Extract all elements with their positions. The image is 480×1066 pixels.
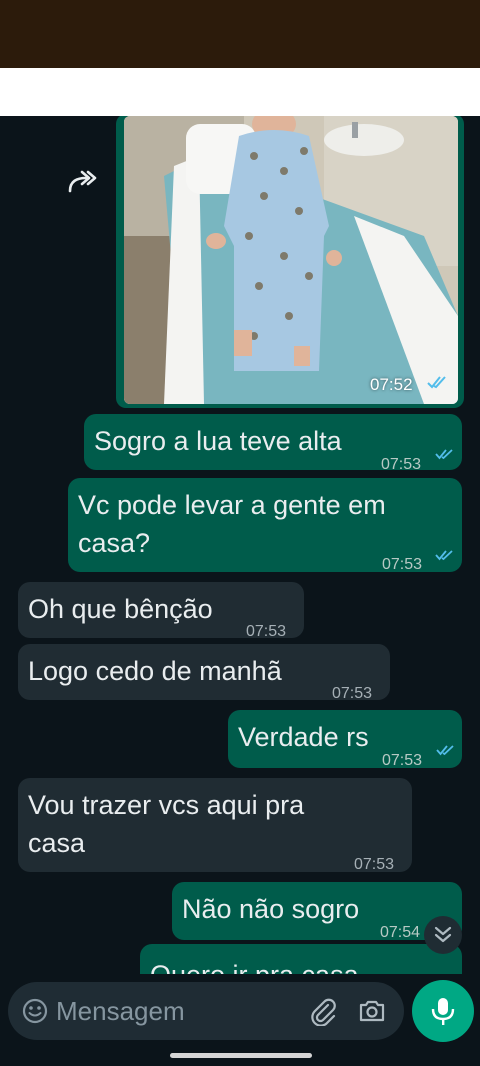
hospital-photo-illustration bbox=[124, 116, 458, 404]
read-ticks-icon bbox=[435, 550, 453, 561]
message-input[interactable] bbox=[56, 994, 276, 1028]
message-bubble-outgoing[interactable]: Quero ir pra casa bbox=[140, 944, 462, 974]
message-text: Oh que bênção bbox=[28, 594, 213, 624]
app-header bbox=[0, 68, 480, 116]
message-bubble-incoming[interactable]: Oh que bênção 07:53 bbox=[18, 582, 304, 640]
mic-icon bbox=[431, 998, 455, 1025]
message-text: Verdade rs bbox=[238, 722, 369, 752]
mic-button[interactable] bbox=[412, 980, 474, 1042]
message-text: Vou trazer vcs aqui pra casa bbox=[28, 790, 305, 858]
message-text: Quero ir pra casa bbox=[150, 956, 359, 974]
message-text: Sogro a lua teve alta bbox=[94, 426, 342, 456]
image-message-time: 07:52 bbox=[370, 375, 413, 394]
read-ticks-icon bbox=[436, 745, 454, 756]
message-bubble-outgoing[interactable]: Vc pode levar a gente em casa? 07:53 bbox=[68, 478, 462, 573]
message-bubble-outgoing[interactable]: Verdade rs 07:53 bbox=[228, 710, 462, 769]
forward-icon[interactable] bbox=[66, 169, 100, 195]
read-ticks-icon bbox=[435, 449, 453, 460]
read-ticks-icon bbox=[427, 376, 446, 389]
message-text: Não não sogro bbox=[182, 894, 360, 924]
message-time: 07:53 bbox=[382, 556, 423, 573]
message-bubble-outgoing[interactable]: Sogro a lua teve alta 07:53 bbox=[84, 414, 462, 473]
message-text: Logo cedo de manhã bbox=[28, 656, 282, 686]
message-time: 07:53 bbox=[382, 752, 423, 769]
home-indicator bbox=[170, 1053, 312, 1058]
message-time: 07:53 bbox=[332, 685, 373, 702]
camera-icon[interactable] bbox=[358, 997, 386, 1025]
status-bar bbox=[0, 0, 480, 68]
message-bubble-incoming[interactable]: Logo cedo de manhã 07:53 bbox=[18, 644, 390, 702]
emoji-icon[interactable] bbox=[22, 998, 48, 1024]
paperclip-icon[interactable] bbox=[308, 996, 338, 1026]
message-bubble-incoming[interactable]: Vou trazer vcs aqui pra casa 07:53 bbox=[18, 778, 412, 873]
message-bubble-outgoing[interactable]: Não não sogro 07:54 bbox=[172, 882, 462, 941]
chevron-double-down-icon bbox=[434, 926, 452, 943]
chat-area[interactable]: 07:52 Sogro a lua teve alta 07:53 Vc pod… bbox=[0, 116, 480, 974]
message-photo[interactable] bbox=[124, 116, 458, 404]
scroll-to-bottom-button[interactable] bbox=[424, 916, 462, 954]
message-time: 07:53 bbox=[354, 856, 395, 873]
